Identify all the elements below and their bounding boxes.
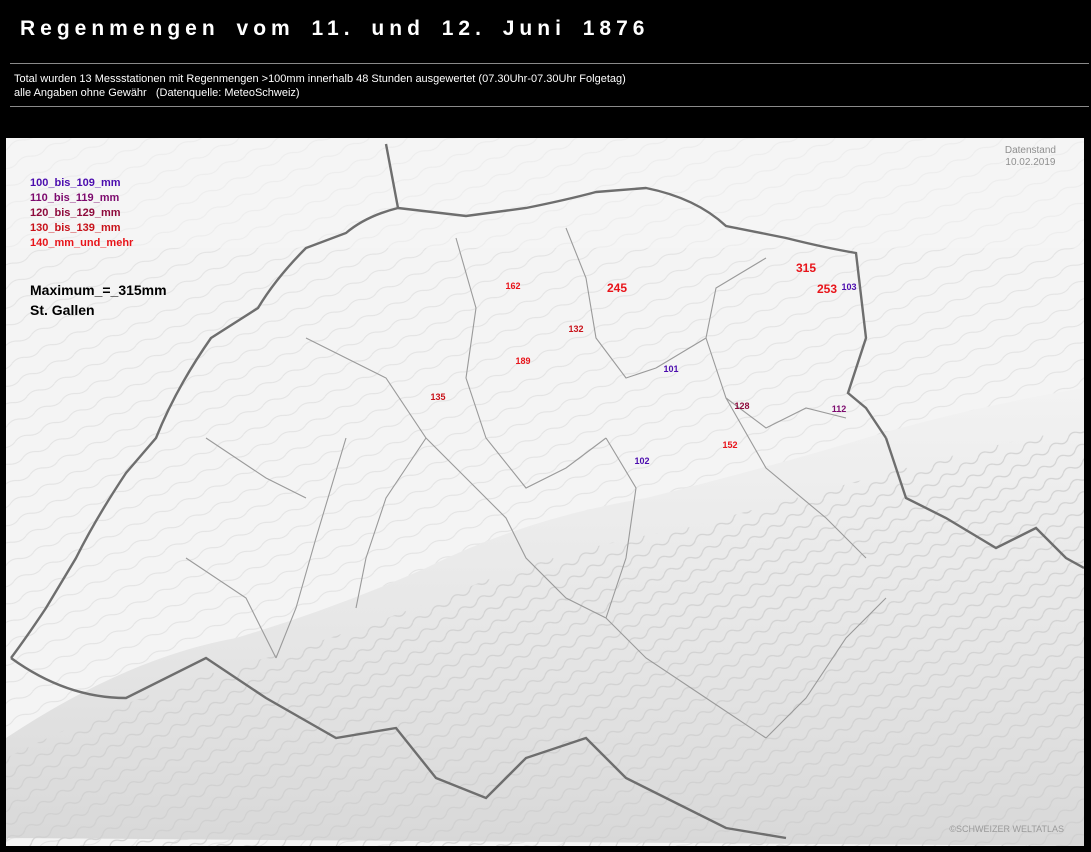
- station-value: 135: [430, 392, 446, 402]
- legend: 100_bis_109_mm 110_bis_119_mm 120_bis_12…: [30, 176, 133, 251]
- map-title: Regenmengen vom 11. und 12. Juni 1876: [20, 17, 650, 40]
- station-value: 152: [722, 440, 738, 450]
- title-divider: [10, 63, 1089, 64]
- station-value: 253: [816, 282, 838, 296]
- legend-item-100-109: 100_bis_109_mm: [30, 177, 121, 189]
- legend-item-140-plus: 140_mm_und_mehr: [30, 237, 134, 249]
- data-status-label: Datenstand: [1004, 145, 1056, 156]
- station-value: 162: [505, 281, 521, 291]
- info-line-2: alle Angaben ohne Gewähr (Datenquelle: M…: [14, 87, 300, 99]
- maximum-label: Maximum_=_315mm: [30, 282, 167, 298]
- info-divider: [10, 106, 1089, 107]
- copyright: ©SCHWEIZER WELTATLAS: [949, 824, 1064, 834]
- station-value: 132: [568, 324, 584, 334]
- maximum-station: St. Gallen: [30, 302, 95, 318]
- station-value: 102: [634, 456, 650, 466]
- station-value: 245: [606, 281, 628, 295]
- legend-item-110-119: 110_bis_119_mm: [30, 192, 120, 204]
- legend-item-120-129: 120_bis_129_mm: [30, 207, 121, 219]
- legend-item-130-139: 130_bis_139_mm: [30, 222, 121, 234]
- station-value: 101: [663, 364, 679, 374]
- station-value: 103: [841, 282, 857, 292]
- data-status: Datenstand 10.02.2019: [1005, 145, 1056, 169]
- data-status-date: 10.02.2019: [1005, 157, 1056, 168]
- station-value: 112: [831, 404, 847, 414]
- station-value: 315: [795, 261, 817, 275]
- info-line-1: Total wurden 13 Messstationen mit Regenm…: [14, 73, 626, 85]
- station-value: 128: [734, 401, 750, 411]
- switzerland-map: 100_bis_109_mm 110_bis_119_mm 120_bis_12…: [6, 138, 1084, 846]
- relief-terrain: [6, 138, 1084, 846]
- station-value: 189: [515, 356, 531, 366]
